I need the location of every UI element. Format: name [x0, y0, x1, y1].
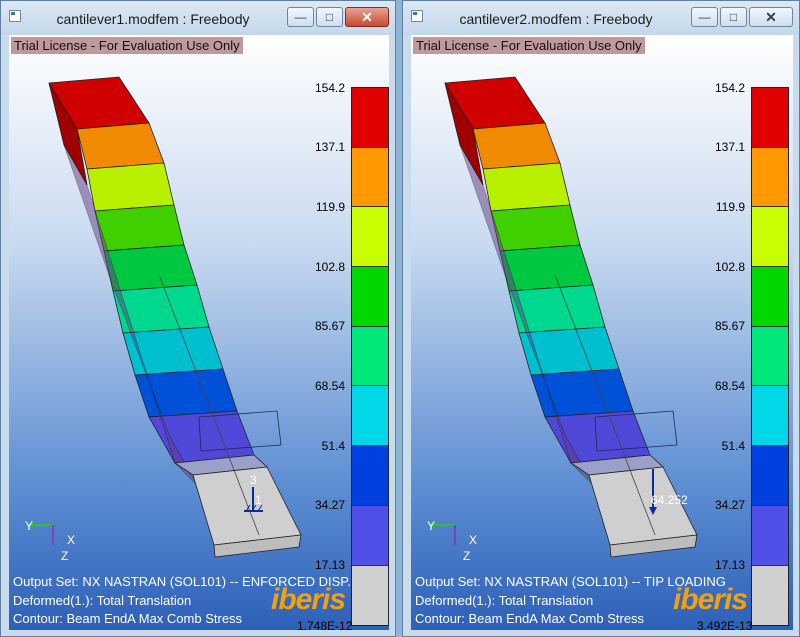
- legend-swatch: [752, 207, 788, 268]
- axis-label-x: X: [67, 533, 76, 547]
- beam-element-4: [490, 204, 581, 252]
- legend-swatch: [752, 147, 788, 208]
- legend-swatch: [352, 565, 388, 626]
- window-title: cantilever2.modfem : Freebody: [459, 11, 653, 27]
- contour-legend: [351, 87, 389, 627]
- legend-swatch: [752, 505, 788, 566]
- minimize-button[interactable]: —: [691, 7, 718, 27]
- contour-label: Contour: Beam EndA Max Comb Stress: [13, 611, 243, 626]
- iberis-logo: iberis: [673, 583, 748, 616]
- axis-label-x: X: [469, 533, 478, 547]
- beam-element-6: [508, 284, 606, 334]
- model-viewport[interactable]: Trial License - For Evaluation Use Only: [9, 35, 389, 630]
- marker-label-load: 64.252: [651, 493, 688, 507]
- axis-label-z: Z: [61, 549, 69, 563]
- legend-swatch: [752, 565, 788, 626]
- maximize-button[interactable]: □: [720, 7, 747, 27]
- axis-label-z: Z: [463, 549, 471, 563]
- title-bar[interactable]: cantilever2.modfem : Freebody — □ ✕: [403, 1, 799, 35]
- legend-swatch: [752, 88, 788, 148]
- legend-min-value: 1.748E-12: [297, 619, 353, 630]
- legend-swatch: [352, 267, 388, 327]
- legend-tick: 17.13: [714, 558, 745, 572]
- legend-tick: 119.9: [715, 200, 745, 214]
- window-cantilever1: cantilever1.modfem : Freebody — □ ✕ Tria…: [0, 0, 396, 637]
- iberis-logo: iberis: [271, 583, 346, 616]
- beam-element-2: [472, 122, 561, 170]
- close-button[interactable]: ✕: [345, 7, 389, 27]
- beam-element-8: [530, 368, 634, 418]
- beam-element-3: [482, 162, 571, 212]
- legend-swatch: [352, 446, 388, 506]
- legend-swatch: [352, 326, 388, 387]
- legend-tick: 51.4: [321, 439, 345, 453]
- window-title: cantilever1.modfem : Freebody: [56, 11, 250, 27]
- model-viewport[interactable]: Trial License - For Evaluation Use Only: [411, 35, 793, 630]
- legend-tick: 137.1: [314, 140, 345, 154]
- legend-tick: 17.13: [314, 558, 345, 572]
- legend-tick: 154.2: [714, 81, 745, 95]
- legend-tick: 85.67: [714, 319, 745, 333]
- window-cantilever2: cantilever2.modfem : Freebody — □ ✕ Tria…: [402, 0, 800, 637]
- beam-element-3: [86, 162, 175, 212]
- legend-tick: 51.4: [721, 439, 745, 453]
- contour-label: Contour: Beam EndA Max Comb Stress: [415, 611, 645, 626]
- legend-swatch: [752, 446, 788, 506]
- legend-swatch: [352, 207, 388, 268]
- axis-label-y: Y: [25, 519, 34, 533]
- minimize-button[interactable]: —: [287, 7, 314, 27]
- axis-label-y: Y: [427, 519, 436, 533]
- legend-tick: 68.54: [714, 379, 745, 393]
- legend-swatch: [752, 267, 788, 327]
- deformed-label: Deformed(1.): Total Translation: [13, 593, 192, 608]
- title-bar[interactable]: cantilever1.modfem : Freebody — □ ✕: [1, 1, 395, 35]
- legend-swatch: [352, 147, 388, 208]
- maximize-button[interactable]: □: [316, 7, 343, 27]
- beam-element-6: [112, 284, 210, 334]
- load-arrow-icon: [649, 469, 657, 515]
- legend-min-value: 3.492E-13: [697, 619, 753, 630]
- legend-tick: 102.8: [714, 260, 745, 274]
- legend-tick: 68.54: [314, 379, 345, 393]
- beam-element-9: [544, 410, 651, 464]
- legend-swatch: [352, 88, 388, 148]
- legend-tick: 34.27: [314, 498, 345, 512]
- legend-swatch: [352, 505, 388, 566]
- legend-tick: 137.1: [714, 140, 745, 154]
- beam-element-4: [94, 204, 185, 252]
- legend-tick: 34.27: [714, 498, 745, 512]
- legend-tick: 102.8: [314, 260, 345, 274]
- legend-tick: 119.9: [315, 200, 345, 214]
- constraint-icon: [244, 487, 263, 512]
- legend-swatch: [352, 386, 388, 447]
- legend-swatch: [752, 386, 788, 447]
- legend-tick: 154.2: [314, 81, 345, 95]
- deformed-label: Deformed(1.): Total Translation: [415, 593, 594, 608]
- beam-element-9: [148, 410, 255, 464]
- beam-element-8: [134, 368, 238, 418]
- close-button[interactable]: ✕: [749, 7, 793, 27]
- beam-element-2: [76, 122, 165, 170]
- contour-legend: [751, 87, 789, 627]
- legend-tick: 85.67: [314, 319, 345, 333]
- legend-swatch: [752, 326, 788, 387]
